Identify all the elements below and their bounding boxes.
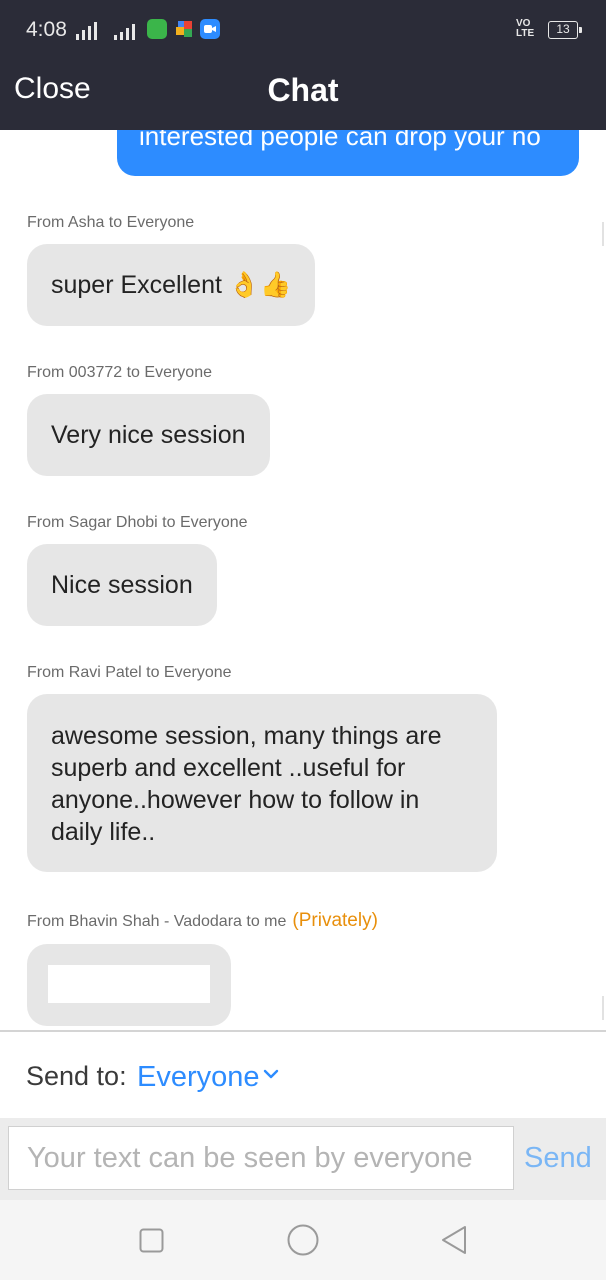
close-button[interactable]: Close (14, 72, 91, 106)
own-message-bubble: interested people can drop your no (117, 130, 579, 176)
volte-icon: VO LTE (516, 18, 535, 39)
status-time: 4:08 (26, 18, 67, 41)
message-input[interactable] (8, 1126, 514, 1190)
message-text: awesome session, many things are superb … (51, 722, 442, 846)
battery-icon: 13 (548, 21, 582, 39)
chat-message-list[interactable]: interested people can drop your no From … (0, 130, 606, 1030)
message-text: Nice session (51, 571, 193, 599)
app-notification-icon (147, 19, 167, 39)
recents-icon[interactable] (139, 1228, 164, 1253)
message-text: super Excellent 👌👍 (51, 271, 292, 299)
page-title: Chat (267, 72, 339, 108)
send-button[interactable]: Send (524, 1142, 592, 1175)
send-to-row: Send to: Everyone (0, 1032, 606, 1118)
message-sender-name: From Bhavin Shah - Vadodara to me (27, 913, 287, 930)
puzzle-app-icon (174, 19, 194, 39)
message-sender: From Bhavin Shah - Vadodara to me (Privat… (27, 910, 378, 932)
send-to-dropdown[interactable]: Everyone (137, 1061, 260, 1094)
message-bubble: awesome session, many things are superb … (27, 694, 497, 872)
status-bar: 4:08 VO LTE 13 (0, 0, 606, 60)
message-sender: From Ravi Patel to Everyone (27, 664, 232, 681)
scrollbar-tick (602, 222, 604, 246)
zoom-app-icon (200, 19, 220, 39)
message-bubble: Nice session (27, 544, 217, 626)
navigation-bar (0, 1200, 606, 1280)
top-bar: 4:08 VO LTE 13 Close Chat (0, 0, 606, 130)
message-sender: From 003772 to Everyone (27, 364, 212, 381)
home-icon[interactable] (287, 1224, 319, 1256)
back-icon[interactable] (440, 1225, 468, 1255)
composer-bar: Send (0, 1118, 606, 1200)
mobile-signal-icon-2 (114, 20, 135, 40)
message-bubble: Very nice session (27, 394, 270, 476)
send-to-label: Send to: (26, 1061, 127, 1091)
scrollbar-tick (602, 996, 604, 1020)
message-sender: From Sagar Dhobi to Everyone (27, 514, 248, 531)
chevron-down-icon[interactable] (263, 1066, 279, 1082)
private-tag: (Privately) (292, 910, 378, 931)
mobile-signal-icon (76, 20, 97, 40)
message-sender: From Asha to Everyone (27, 214, 195, 231)
message-text: Very nice session (51, 421, 246, 449)
message-bubble: super Excellent 👌👍 (27, 244, 316, 326)
redacted-message-content (48, 965, 210, 1003)
message-bubble (27, 944, 231, 1026)
